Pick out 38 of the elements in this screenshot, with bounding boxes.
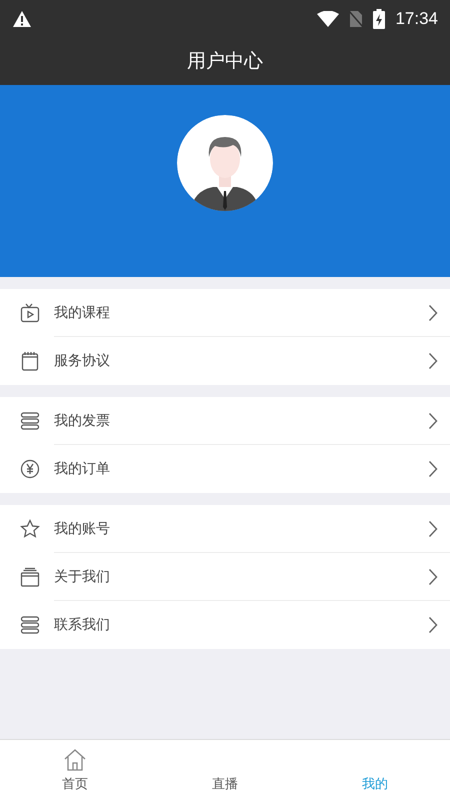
menu-label: 服务协议	[54, 352, 110, 370]
calendar-icon	[20, 351, 40, 371]
tv-icon	[20, 303, 40, 323]
home-icon	[63, 748, 87, 772]
no-sim-icon	[349, 10, 364, 28]
chevron-right-icon	[428, 460, 438, 478]
avatar-icon[interactable]	[177, 115, 273, 211]
star-icon	[20, 519, 40, 539]
stack-icon	[20, 615, 40, 635]
menu-item[interactable]: 联系我们	[0, 601, 450, 649]
menu-label: 我的订单	[54, 460, 110, 478]
menu-label: 我的发票	[54, 412, 110, 430]
stack-icon	[20, 411, 40, 431]
menu-item[interactable]: 我的订单	[0, 445, 450, 493]
chevron-right-icon	[428, 412, 438, 430]
wifi-icon	[317, 10, 340, 26]
chevron-right-icon	[428, 304, 438, 322]
menu-item[interactable]: 我的账号	[0, 505, 450, 553]
menu-label: 我的课程	[54, 304, 110, 322]
chevron-right-icon	[428, 352, 438, 370]
menu-item[interactable]: 关于我们	[0, 553, 450, 601]
menu-item[interactable]: 我的发票	[0, 397, 450, 445]
menu-label: 联系我们	[54, 616, 110, 634]
page-title: 用户中心	[187, 49, 263, 74]
chevron-right-icon	[428, 568, 438, 586]
menu-label: 关于我们	[54, 568, 110, 586]
menu-item[interactable]: 我的课程	[0, 289, 450, 337]
menu-label: 我的账号	[54, 520, 110, 538]
tab[interactable]: 首页	[0, 740, 150, 800]
battery-charging-icon	[373, 8, 386, 28]
chevron-right-icon	[428, 520, 438, 538]
tab[interactable]: 直播	[150, 740, 300, 800]
card-icon	[20, 567, 40, 587]
status-time: 17:34	[395, 8, 438, 28]
chevron-right-icon	[428, 616, 438, 634]
menu-item[interactable]: 服务协议	[0, 337, 450, 385]
warning-icon	[12, 10, 32, 28]
yen-icon	[20, 459, 40, 479]
